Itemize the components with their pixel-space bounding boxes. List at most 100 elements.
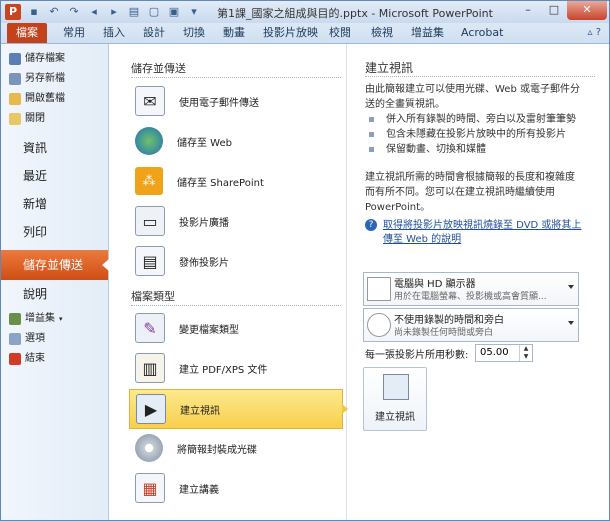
nav-close-label: 關閉 [25,113,45,124]
option-broadcast[interactable]: ▭ 投影片廣播 [129,202,343,240]
option-label: 將簡報封裝成光碟 [177,444,257,456]
maximize-button[interactable]: □ [541,1,567,20]
section-title-save-send: 儲存並傳送 [131,62,186,75]
tab-addins[interactable]: 增益集 [411,23,444,43]
create-video-panel: 建立視訊 由此簡報建立可以使用光碟、Web 或電子郵件分送的全畫質視訊。 併入所… [347,44,609,520]
timer-icon [367,313,391,337]
timings-dropdown[interactable]: 不使用錄製的時間和旁白 尚未錄製任何時間或旁白 [363,308,579,342]
tab-design[interactable]: 設計 [143,23,165,43]
nav-save-send-label: 儲存並傳送 [23,258,84,272]
minimize-ribbon-icon[interactable]: ▵ [587,27,592,38]
change-file-type-icon: ✎ [135,313,165,343]
feature-item: 保留動畫、切換和媒體 [369,142,576,157]
nav-save-as[interactable]: 另存新檔 [9,70,65,88]
option-send-email[interactable]: ✉ 使用電子郵件傳送 [129,82,343,120]
create-video-icon [383,374,409,400]
divider [131,305,341,306]
tab-view[interactable]: 檢視 [371,23,393,43]
tab-review[interactable]: 校閱 [329,23,351,43]
option-publish-slides[interactable]: ▤ 發佈投影片 [129,242,343,280]
feature-item: 包含未隱藏在投影片放映中的所有投影片 [369,127,576,142]
nav-help[interactable]: 說明 [23,282,47,306]
divider [131,77,341,78]
backstage-nav: 儲存檔案 另存新檔 開啟舊檔 關閉 資訊 最近 新增 列印 儲存並傳送 說明 增… [1,44,109,520]
quality-dropdown[interactable]: 電腦與 HD 顯示器 用於在電腦螢幕、投影機或高會質顯... [363,272,579,306]
nav-info[interactable]: 資訊 [23,136,47,160]
option-create-handouts[interactable]: ▦ 建立講義 [129,469,343,507]
option-label: 儲存至 Web [177,137,232,149]
dropdown-title: 不使用錄製的時間和旁白 [394,315,504,326]
tab-transitions[interactable]: 切換 [183,23,205,43]
broadcast-icon: ▭ [135,206,165,236]
seconds-stepper[interactable]: ▲▼ [475,344,533,362]
option-label: 建立 PDF/XPS 文件 [179,364,268,376]
window-controls: – □ ✕ [515,1,607,20]
tab-acrobat[interactable]: Acrobat [461,23,503,43]
help-icon[interactable]: ? [596,27,601,38]
tab-slideshow[interactable]: 投影片放映 [263,23,318,43]
option-label: 儲存至 SharePoint [177,177,264,189]
option-create-pdf[interactable]: ▥ 建立 PDF/XPS 文件 [129,349,343,387]
create-video-button[interactable]: 建立視訊 [363,367,427,431]
ribbon-tabs: 檔案 常用 插入 設計 切換 動畫 投影片放映 校閱 檢視 增益集 Acroba… [1,23,609,44]
stepper-arrows-icon[interactable]: ▲ ▼ [519,345,532,361]
minimize-button[interactable]: – [515,1,541,20]
option-label: 變更檔案類型 [179,324,239,336]
option-change-file-type[interactable]: ✎ 變更檔案類型 [129,309,343,347]
nav-save-label: 儲存檔案 [25,53,65,64]
option-label: 投影片廣播 [179,217,229,229]
nav-save-send[interactable]: 儲存並傳送 [1,250,109,280]
pdf-document-icon: ▥ [135,353,165,383]
nav-exit[interactable]: 結束 [9,350,45,368]
save-as-icon [9,73,21,85]
option-label: 使用電子郵件傳送 [179,97,259,109]
option-save-web[interactable]: 儲存至 Web [129,122,343,160]
option-label: 發佈投影片 [179,257,229,269]
panel-title: 建立視訊 [365,61,414,75]
nav-options[interactable]: 選項 [9,330,45,348]
option-label: 建立視訊 [180,405,220,417]
nav-save[interactable]: 儲存檔案 [9,50,65,68]
option-save-sharepoint[interactable]: ⁂ 儲存至 SharePoint [129,162,343,200]
panel-description: 由此簡報建立可以使用光碟、Web 或電子郵件分送的全畫質視訊。 [365,84,580,110]
nav-exit-label: 結束 [25,353,45,364]
section-title-file-types: 檔案類型 [131,290,175,303]
nav-open[interactable]: 開啟舊檔 [9,90,65,108]
nav-new[interactable]: 新增 [23,192,47,216]
close-folder-icon [9,113,21,125]
chevron-down-icon [568,285,574,289]
close-button[interactable]: ✕ [567,1,607,20]
nav-print[interactable]: 列印 [23,220,47,244]
help-link-text[interactable]: 取得將投影片放映視訊燒錄至 DVD 或將其上傳至 Web 的說明 [383,219,585,247]
tab-animations[interactable]: 動畫 [223,23,245,43]
seconds-label: 每一張投影片所用秒數: [365,350,469,361]
save-send-options: 儲存並傳送 ✉ 使用電子郵件傳送 儲存至 Web ⁂ 儲存至 SharePoin… [109,44,348,520]
addins-icon [9,313,21,325]
globe-icon [135,127,163,155]
create-video-icon: ▶ [136,394,166,424]
selected-arrow-icon [102,259,109,271]
panel-note: 建立視訊所需的時間會根據簡報的長度和複雜度而有所不同。您可以在建立視訊時繼續使用… [365,172,575,213]
nav-save-as-label: 另存新檔 [25,73,65,84]
options-icon [9,333,21,345]
nav-options-label: 選項 [25,333,45,344]
nav-addins[interactable]: 增益集 ▾ [9,310,63,328]
help-link[interactable]: ? 取得將投影片放映視訊燒錄至 DVD 或將其上傳至 Web 的說明 [365,219,585,247]
option-label: 建立講義 [179,484,219,496]
tab-file[interactable]: 檔案 [7,23,47,43]
tab-home[interactable]: 常用 [63,23,85,43]
feature-list: 併入所有錄製的時間、旁白以及雷射筆筆勢 包含未隱藏在投影片放映中的所有投影片 保… [369,112,576,157]
open-folder-icon [9,93,21,105]
tab-insert[interactable]: 插入 [103,23,125,43]
chevron-down-icon [568,321,574,325]
option-package-cd[interactable]: 將簡報封裝成光碟 [129,429,343,467]
seconds-input[interactable] [476,345,518,360]
handouts-icon: ▦ [135,473,165,503]
option-create-video[interactable]: ▶ 建立視訊 [129,389,348,429]
nav-recent[interactable]: 最近 [23,164,47,188]
nav-close[interactable]: 關閉 [9,110,45,128]
dropdown-title: 電腦與 HD 顯示器 [394,279,476,290]
dropdown-subtitle: 尚未錄製任何時間或旁白 [394,328,494,338]
ribbon-help-icons: ▵ ? [587,27,601,38]
nav-addins-label: 增益集 [25,313,55,324]
